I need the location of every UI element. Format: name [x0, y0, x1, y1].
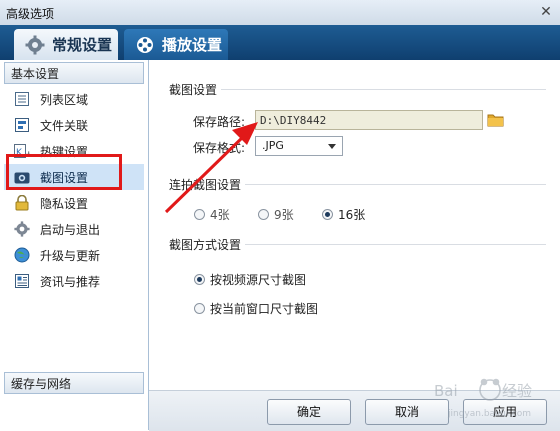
film-reel-icon [134, 34, 156, 56]
news-icon [14, 273, 30, 289]
highlight-box [6, 154, 122, 190]
sidebar-item-list-area[interactable]: 列表区域 [4, 86, 144, 112]
svg-text:jingyan.baidu.com: jingyan.baidu.com [447, 409, 531, 419]
sidebar-item-label: 文件关联 [40, 118, 89, 133]
sidebar-item-label: 升级与更新 [40, 248, 101, 263]
close-icon[interactable]: ✕ [537, 3, 555, 21]
tab-playback-settings-label: 播放设置 [162, 36, 223, 54]
tab-general-settings-label: 常规设置 [52, 36, 113, 54]
settings-panel: 截图设置 保存路径: D:\DIY8442 保存格式: .JPG 连拍截图设置 … [149, 60, 560, 390]
radio-label: 4张 [210, 208, 230, 222]
save-path-label: 保存路径: [193, 115, 246, 129]
section-title-screenshot: 截图设置 [169, 83, 218, 97]
chevron-down-icon [328, 144, 336, 149]
list-icon [14, 91, 30, 107]
sidebar-item-news-recommend[interactable]: 资讯与推荐 [4, 268, 144, 294]
folder-icon[interactable] [487, 112, 505, 128]
divider [221, 89, 546, 90]
divider [245, 244, 546, 245]
radio-circle [194, 209, 205, 220]
section-title-capture-mode: 截图方式设置 [169, 238, 242, 252]
radio-burst-16[interactable]: 16张 [322, 206, 365, 223]
radio-circle [194, 303, 205, 314]
sidebar-item-label: 资讯与推荐 [40, 274, 101, 289]
sidebar-list: 列表区域 文件关联 K + 热键设置 截图设置 隐私设置 启动与退出 升级与更新… [4, 86, 144, 294]
radio-label: 16张 [338, 208, 366, 222]
sidebar-item-privacy[interactable]: 隐私设置 [4, 190, 144, 216]
globe-icon [14, 247, 30, 263]
svg-text:Bai: Bai [434, 382, 458, 400]
lock-icon [14, 195, 30, 211]
gear-icon [24, 34, 46, 56]
radio-circle [194, 274, 205, 285]
tab-playback-settings[interactable]: 播放设置 [124, 29, 228, 60]
save-format-select[interactable]: .JPG [255, 136, 343, 156]
tab-general-settings[interactable]: 常规设置 [14, 29, 118, 60]
sidebar: 基本设置 列表区域 文件关联 K + 热键设置 截图设置 隐私设置 启动与退出 … [0, 60, 149, 430]
radio-label: 9张 [274, 208, 294, 222]
sidebar-header-cache-network[interactable]: 缓存与网络 [4, 372, 144, 394]
sidebar-item-file-association[interactable]: 文件关联 [4, 112, 144, 138]
radio-burst-9[interactable]: 9张 [258, 206, 294, 223]
sidebar-item-upgrade-update[interactable]: 升级与更新 [4, 242, 144, 268]
save-path-field[interactable]: D:\DIY8442 [255, 110, 483, 130]
sidebar-item-startup-exit[interactable]: 启动与退出 [4, 216, 144, 242]
baidu-watermark-logo: Bai 经验 jingyan.baidu.com [434, 378, 532, 419]
sidebar-item-label: 启动与退出 [40, 222, 101, 237]
ok-button[interactable]: 确定 [267, 399, 351, 425]
sidebar-item-label: 隐私设置 [40, 196, 89, 211]
radio-label: 按视频源尺寸截图 [210, 273, 307, 287]
window-title: 高级选项 [6, 7, 55, 21]
radio-circle [322, 209, 333, 220]
radio-capture-window[interactable]: 按当前窗口尺寸截图 [194, 300, 318, 317]
tab-strip: 常规设置 播放设置 [0, 25, 560, 60]
title-bar: 高级选项 ✕ [0, 0, 560, 26]
gear-icon [14, 221, 30, 237]
file-association-icon [14, 117, 30, 133]
section-title-burst: 连拍截图设置 [169, 178, 242, 192]
sidebar-item-label: 列表区域 [40, 92, 89, 107]
radio-burst-4[interactable]: 4张 [194, 206, 230, 223]
radio-capture-video-source[interactable]: 按视频源尺寸截图 [194, 271, 306, 288]
radio-label: 按当前窗口尺寸截图 [210, 302, 319, 316]
save-format-value: .JPG [262, 139, 284, 152]
sidebar-header-basic[interactable]: 基本设置 [4, 62, 144, 84]
divider [245, 184, 546, 185]
radio-circle [258, 209, 269, 220]
save-format-label: 保存格式: [193, 141, 246, 155]
svg-text:经验: 经验 [502, 382, 532, 400]
